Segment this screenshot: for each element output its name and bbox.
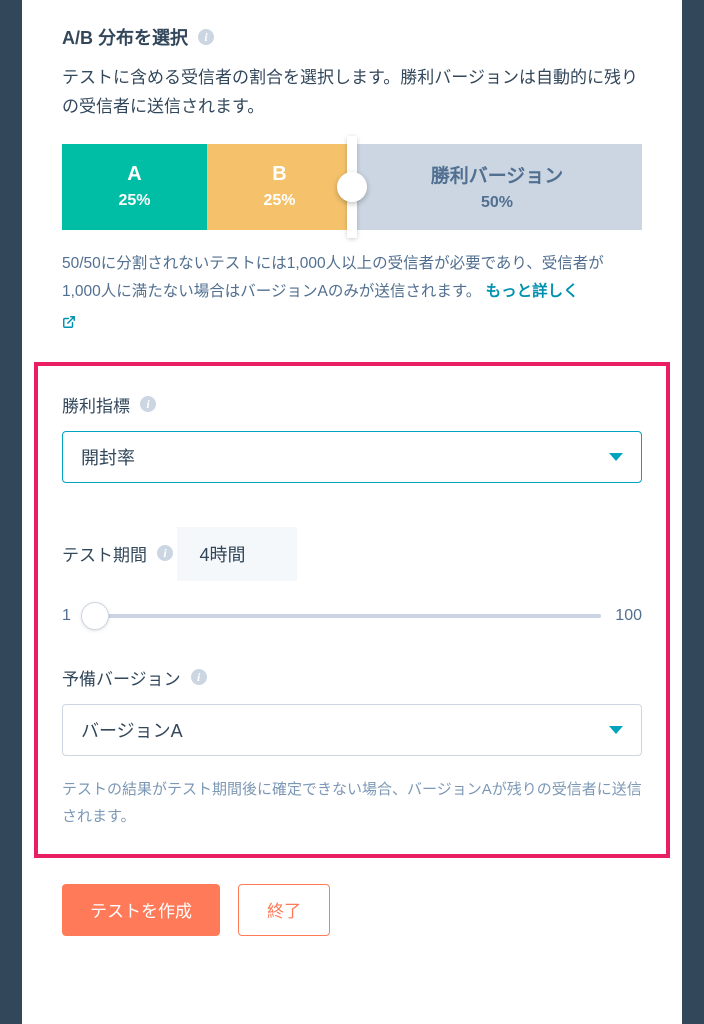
distribution-slider-handle[interactable] [337,172,367,202]
ab-distribution-title: A/B 分布を選択 i [62,0,214,50]
ab-distribution-description: テストに含める受信者の割合を選択します。勝利バージョンは自動的に残りの受信者に送… [62,64,642,122]
external-link-icon[interactable] [62,311,76,339]
chevron-down-icon [609,726,623,734]
test-duration-label: テスト期間 i [62,541,173,566]
chevron-down-icon [609,453,623,461]
segment-b-label: B [272,163,286,186]
metric-value: 開封率 [81,444,135,470]
fallback-version-label: 予備バージョン i [62,665,207,690]
info-icon[interactable]: i [198,29,214,45]
winning-metric-select[interactable]: 開封率 [62,431,642,483]
fallback-note: テストの結果がテスト期間後に確定できない場合、バージョンAが残りの受信者に送信さ… [62,776,642,830]
duration-slider-thumb[interactable] [81,602,109,630]
segment-b: B 25% [207,144,352,230]
metric-label-text: 勝利指標 [62,392,130,417]
ab-distribution-bar: A 25% B 25% 勝利バージョン 50% [62,144,642,230]
segment-winner: 勝利バージョン 50% [352,144,642,230]
info-icon[interactable]: i [191,669,207,685]
exit-button[interactable]: 終了 [238,884,330,936]
segment-a-percent: 25% [118,192,150,210]
segment-b-percent: 25% [263,192,295,210]
info-icon[interactable]: i [157,545,173,561]
button-row: テストを作成 終了 [62,884,642,936]
create-test-button[interactable]: テストを作成 [62,884,220,936]
info-icon[interactable]: i [140,396,156,412]
duration-slider-row: 1 100 [62,607,642,625]
duration-slider[interactable] [85,614,601,618]
learn-more-link[interactable]: もっと詳しく [486,283,579,300]
winning-metric-label: 勝利指標 i [62,392,156,417]
winning-settings-highlight: 勝利指標 i 開封率 テスト期間 i 4時間 1 100 予備バージョン i バ… [34,362,670,858]
segment-a-label: A [127,163,141,186]
settings-panel: A/B 分布を選択 i テストに含める受信者の割合を選択します。勝利バージョンは… [22,0,682,1024]
slider-max: 100 [615,607,642,625]
segment-winner-label: 勝利バージョン [431,161,564,188]
fallback-label-text: 予備バージョン [62,665,181,690]
fallback-value: バージョンA [81,717,183,743]
title-text: A/B 分布を選択 [62,24,188,50]
segment-winner-percent: 50% [481,194,513,212]
segment-a: A 25% [62,144,207,230]
fallback-version-select[interactable]: バージョンA [62,704,642,756]
duration-label-text: テスト期間 [62,541,147,566]
duration-value-box: 4時間 [177,527,297,581]
slider-min: 1 [62,607,71,625]
distribution-note: 50/50に分割されないテストには1,000人以上の受信者が必要であり、受信者が… [62,250,642,340]
